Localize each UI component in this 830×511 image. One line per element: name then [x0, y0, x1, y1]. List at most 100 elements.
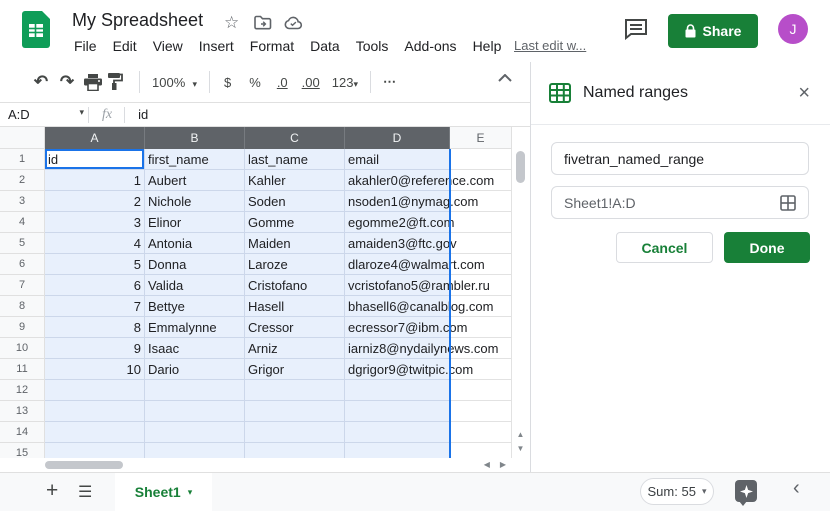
column-header-d[interactable]: D — [345, 127, 450, 149]
undo-icon[interactable]: ↶ — [28, 72, 54, 92]
sheets-logo-icon[interactable] — [22, 11, 50, 49]
redo-icon[interactable]: ↷ — [54, 72, 80, 92]
cell-C4[interactable]: Gomme — [245, 212, 345, 233]
cell-D3[interactable]: nsoden1@nymag.com — [345, 191, 450, 212]
select-all-corner[interactable] — [0, 127, 45, 149]
cell-D15[interactable] — [345, 443, 450, 458]
cell-A5[interactable]: 4 — [45, 233, 145, 254]
row-header-2[interactable]: 2 — [0, 170, 45, 191]
cell-D7[interactable]: vcristofano5@rambler.ru — [345, 275, 450, 296]
column-header-c[interactable]: C — [245, 127, 345, 149]
cell-C10[interactable]: Arniz — [245, 338, 345, 359]
cell-B5[interactable]: Antonia — [145, 233, 245, 254]
collapse-panel-icon[interactable]: ‹ — [793, 477, 800, 500]
decrease-decimals-button[interactable]: .0 — [272, 75, 293, 90]
menu-format[interactable]: Format — [242, 36, 302, 56]
cell-C12[interactable] — [245, 380, 345, 401]
cell-A3[interactable]: 2 — [45, 191, 145, 212]
row-header-4[interactable]: 4 — [0, 212, 45, 233]
cell-C11[interactable]: Grigor — [245, 359, 345, 380]
cell-E1[interactable] — [450, 149, 512, 170]
cell-A13[interactable] — [45, 401, 145, 422]
column-header-a[interactable]: A — [45, 127, 145, 149]
all-sheets-icon[interactable]: ☰ — [78, 482, 92, 502]
row-header-3[interactable]: 3 — [0, 191, 45, 212]
cell-A4[interactable]: 3 — [45, 212, 145, 233]
cell-D13[interactable] — [345, 401, 450, 422]
row-header-12[interactable]: 12 — [0, 380, 45, 401]
cell-D2[interactable]: akahler0@reference.com — [345, 170, 450, 191]
cell-A14[interactable] — [45, 422, 145, 443]
vertical-scrollbar[interactable]: ▲ ▼ — [512, 127, 529, 458]
cell-E15[interactable] — [450, 443, 512, 458]
zoom-select[interactable]: 100% ▾ — [147, 75, 202, 90]
cell-C1[interactable]: last_name — [245, 149, 345, 170]
menu-view[interactable]: View — [145, 36, 191, 56]
row-header-11[interactable]: 11 — [0, 359, 45, 380]
row-header-1[interactable]: 1 — [0, 149, 45, 170]
vertical-scrollbar-thumb[interactable] — [516, 151, 525, 183]
cell-D1[interactable]: email — [345, 149, 450, 170]
cell-B7[interactable]: Valida — [145, 275, 245, 296]
cell-D4[interactable]: egomme2@ft.com — [345, 212, 450, 233]
cell-A2[interactable]: 1 — [45, 170, 145, 191]
cell-C2[interactable]: Kahler — [245, 170, 345, 191]
select-data-range-icon[interactable] — [780, 195, 796, 211]
cell-C8[interactable]: Hasell — [245, 296, 345, 317]
cell-B6[interactable]: Donna — [145, 254, 245, 275]
cell-D5[interactable]: amaiden3@ftc.gov — [345, 233, 450, 254]
cell-A10[interactable]: 9 — [45, 338, 145, 359]
row-header-8[interactable]: 8 — [0, 296, 45, 317]
cell-A8[interactable]: 7 — [45, 296, 145, 317]
range-name-input[interactable]: fivetran_named_range — [551, 142, 809, 175]
menu-help[interactable]: Help — [465, 36, 510, 56]
cell-D12[interactable] — [345, 380, 450, 401]
cell-B14[interactable] — [145, 422, 245, 443]
horizontal-scrollbar-thumb[interactable] — [45, 461, 123, 469]
hide-menus-icon[interactable] — [498, 74, 512, 82]
cell-E4[interactable] — [450, 212, 512, 233]
more-tools-button[interactable]: ⋯ — [378, 74, 402, 90]
row-header-14[interactable]: 14 — [0, 422, 45, 443]
more-formats-button[interactable]: 123▾ — [327, 75, 363, 90]
cell-C7[interactable]: Cristofano — [245, 275, 345, 296]
cell-C3[interactable]: Soden — [245, 191, 345, 212]
star-icon[interactable]: ☆ — [224, 13, 239, 33]
cell-D10[interactable]: iarniz8@nydailynews.com — [345, 338, 450, 359]
cell-D9[interactable]: ecressor7@ibm.com — [345, 317, 450, 338]
done-button[interactable]: Done — [724, 232, 810, 263]
cell-B2[interactable]: Aubert — [145, 170, 245, 191]
move-folder-icon[interactable] — [254, 15, 272, 30]
formula-input[interactable]: id — [138, 107, 148, 122]
menu-tools[interactable]: Tools — [348, 36, 397, 56]
cell-D11[interactable]: dgrigor9@twitpic.com — [345, 359, 450, 380]
cell-B13[interactable] — [145, 401, 245, 422]
last-edit-link[interactable]: Last edit w... — [514, 38, 586, 53]
cell-D14[interactable] — [345, 422, 450, 443]
cell-B15[interactable] — [145, 443, 245, 458]
cell-B11[interactable]: Dario — [145, 359, 245, 380]
menu-insert[interactable]: Insert — [191, 36, 242, 56]
scroll-down-icon[interactable]: ▼ — [512, 442, 529, 456]
cell-E13[interactable] — [450, 401, 512, 422]
sum-indicator[interactable]: Sum: 55 ▾ — [640, 478, 714, 505]
sheet-tab[interactable]: Sheet1 ▾ — [115, 473, 212, 511]
cell-C9[interactable]: Cressor — [245, 317, 345, 338]
row-header-7[interactable]: 7 — [0, 275, 45, 296]
cell-D6[interactable]: dlaroze4@walmart.com — [345, 254, 450, 275]
format-percent-button[interactable]: % — [244, 75, 266, 90]
menu-file[interactable]: File — [66, 36, 105, 56]
increase-decimals-button[interactable]: .00 — [297, 75, 325, 90]
cell-A11[interactable]: 10 — [45, 359, 145, 380]
cell-E14[interactable] — [450, 422, 512, 443]
menu-edit[interactable]: Edit — [105, 36, 145, 56]
row-header-5[interactable]: 5 — [0, 233, 45, 254]
spreadsheet-grid[interactable]: ABCDE 1idfirst_namelast_nameemail21Auber… — [0, 127, 512, 458]
cloud-saved-icon[interactable] — [284, 16, 303, 30]
cell-C5[interactable]: Maiden — [245, 233, 345, 254]
cell-C14[interactable] — [245, 422, 345, 443]
row-header-6[interactable]: 6 — [0, 254, 45, 275]
column-header-e[interactable]: E — [450, 127, 512, 149]
horizontal-scrollbar[interactable]: ◀ ▶ — [0, 458, 512, 472]
cell-C15[interactable] — [245, 443, 345, 458]
